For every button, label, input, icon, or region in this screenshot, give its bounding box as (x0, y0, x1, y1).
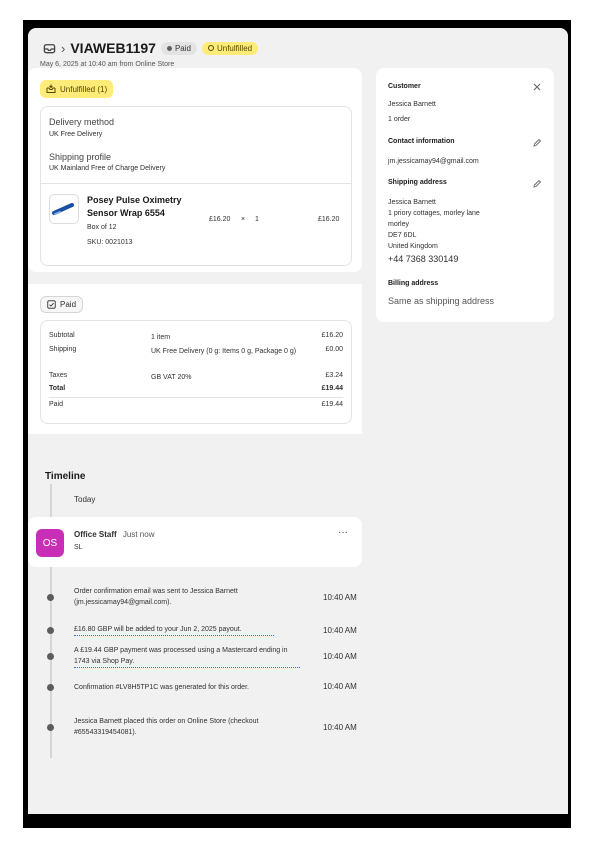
shipping-profile-value: UK Mainland Free of Charge Delivery (49, 165, 166, 172)
order-header: › VIAWEB1197 Paid Unfulfilled (43, 40, 259, 56)
timeline-event-expandable[interactable]: A £19.44 GBP payment was processed using… (74, 645, 300, 668)
timeline-event: Jessica Barnett placed this order on Onl… (74, 718, 259, 736)
row-label: Total (49, 385, 66, 392)
timeline-dot (47, 724, 54, 731)
address-line: United Kingdom (388, 243, 438, 250)
comment-author: Office Staff (74, 530, 117, 539)
delivery-method-value: UK Free Delivery (49, 131, 103, 138)
times-sign: × (241, 216, 246, 223)
row-amount: £19.44 (321, 385, 343, 392)
shipping-profile-label: Shipping profile (49, 152, 112, 162)
unfulfilled-ring-icon (207, 45, 214, 51)
fulfillment-card: Unfulfilled (1) Delivery method UK Free … (28, 68, 362, 272)
payment-status-badge: Paid (160, 41, 197, 55)
timeline-comment: OS Office Staff Just now SL ··· (28, 517, 362, 567)
event-time: 10:40 AM (323, 593, 357, 602)
billing-address-value: Same as shipping address (388, 296, 495, 306)
timeline-event: Confirmation #LV8H5TP1C was generated fo… (74, 684, 249, 691)
edit-pencil-icon[interactable] (532, 138, 542, 148)
row-label: Taxes (49, 372, 68, 379)
paid-dot-icon (166, 45, 172, 51)
customer-card: Customer Jessica Barnett 1 order Contact… (376, 68, 554, 322)
item-total: £16.20 (318, 216, 340, 223)
fulfillment-icon (46, 84, 56, 93)
address-line: Jessica Barnett (388, 199, 436, 206)
edit-pencil-icon[interactable] (532, 179, 542, 189)
avatar: OS (36, 529, 64, 557)
comment-header: Office Staff Just now (74, 530, 154, 539)
shipping-address-heading: Shipping address (388, 179, 447, 186)
row-amount: £0.00 (325, 346, 343, 353)
row-label: Shipping (49, 346, 77, 353)
payment-card: Paid Subtotal 1 item £16.20 Shipping UK … (28, 284, 362, 434)
customer-name-link[interactable]: Jessica Barnett (388, 99, 436, 110)
contact-heading: Contact information (388, 138, 455, 145)
orders-icon[interactable] (43, 42, 56, 55)
unfulfilled-badge-label: Unfulfilled (216, 43, 253, 53)
comment-body: SL (74, 544, 83, 551)
customer-email-link[interactable]: jm.jessicamay94@gmail.com (388, 156, 479, 167)
unit-price: £16.20 (209, 216, 231, 223)
close-icon[interactable] (532, 82, 542, 92)
customer-heading: Customer (388, 83, 421, 90)
divider (49, 397, 343, 398)
timeline-event-expandable[interactable]: £16.80 GBP will be added to your Jun 2, … (74, 624, 274, 636)
order-page: › VIAWEB1197 Paid Unfulfilled May 6, 202… (28, 28, 568, 814)
timeline-dot (47, 627, 54, 634)
unfulfilled-count-label: Unfulfilled (1) (60, 84, 108, 94)
event-time: 10:40 AM (323, 652, 357, 661)
item-quantity: 1 (255, 216, 259, 223)
event-time: 10:40 AM (323, 723, 357, 732)
timeline-event: Order confirmation email was sent to Jes… (74, 588, 238, 606)
row-desc: 1 item (151, 334, 171, 341)
billing-address-heading: Billing address (388, 280, 439, 287)
address-line: 1 priory cottages, morley lane (388, 210, 480, 217)
order-date: May 6, 2025 at 10:40 am from Online Stor… (40, 61, 175, 68)
row-amount: £16.20 (321, 332, 343, 339)
product-variant: Box of 12 (87, 224, 117, 231)
timeline-dot (47, 594, 54, 601)
row-label: Subtotal (49, 332, 75, 339)
timeline-title: Timeline (45, 471, 86, 482)
address-line: morley (388, 221, 410, 228)
paid-status-tag: Paid (40, 296, 84, 313)
order-number: VIAWEB1197 (70, 40, 156, 56)
row-desc: GB VAT 20% (151, 374, 192, 381)
paid-tag-label: Paid (60, 300, 77, 309)
payment-summary: Subtotal 1 item £16.20 Shipping UK Free … (40, 320, 352, 424)
comment-time: Just now (122, 530, 155, 539)
timeline-dot (47, 684, 54, 691)
breadcrumb-chevron: › (61, 40, 66, 56)
timeline-dot (47, 653, 54, 660)
unfulfilled-count-badge: Unfulfilled (1) (40, 80, 114, 98)
more-actions-icon[interactable]: ··· (338, 527, 348, 538)
timeline-date-group: Today (74, 495, 96, 504)
event-time: 10:40 AM (323, 682, 357, 691)
product-sku: SKU: 0021013 (87, 239, 133, 246)
row-amount: £3.24 (325, 372, 343, 379)
delivery-method-label: Delivery method (49, 117, 115, 127)
paid-badge-label: Paid (174, 43, 191, 53)
row-desc: UK Free Delivery (0 g: Items 0 g, Packag… (151, 348, 297, 355)
customer-orders-link[interactable]: 1 order (388, 114, 410, 125)
product-image-icon (52, 203, 74, 215)
line-item: Posey Pulse Oximetry Sensor Wrap 6554 Bo… (41, 184, 351, 264)
row-label: Paid (49, 401, 64, 408)
check-box-icon (47, 300, 56, 309)
row-amount: £19.44 (321, 401, 343, 408)
event-time: 10:40 AM (323, 626, 357, 635)
fulfillment-status-badge: Unfulfilled (201, 41, 259, 55)
product-thumbnail[interactable] (49, 194, 79, 224)
fulfillment-details: Delivery method UK Free Delivery Shippin… (40, 106, 352, 266)
customer-phone: +44 7368 330149 (388, 254, 459, 264)
product-name-link[interactable]: Posey Pulse Oximetry Sensor Wrap 6554 (87, 194, 197, 220)
address-line: DE7 6DL (388, 232, 417, 239)
